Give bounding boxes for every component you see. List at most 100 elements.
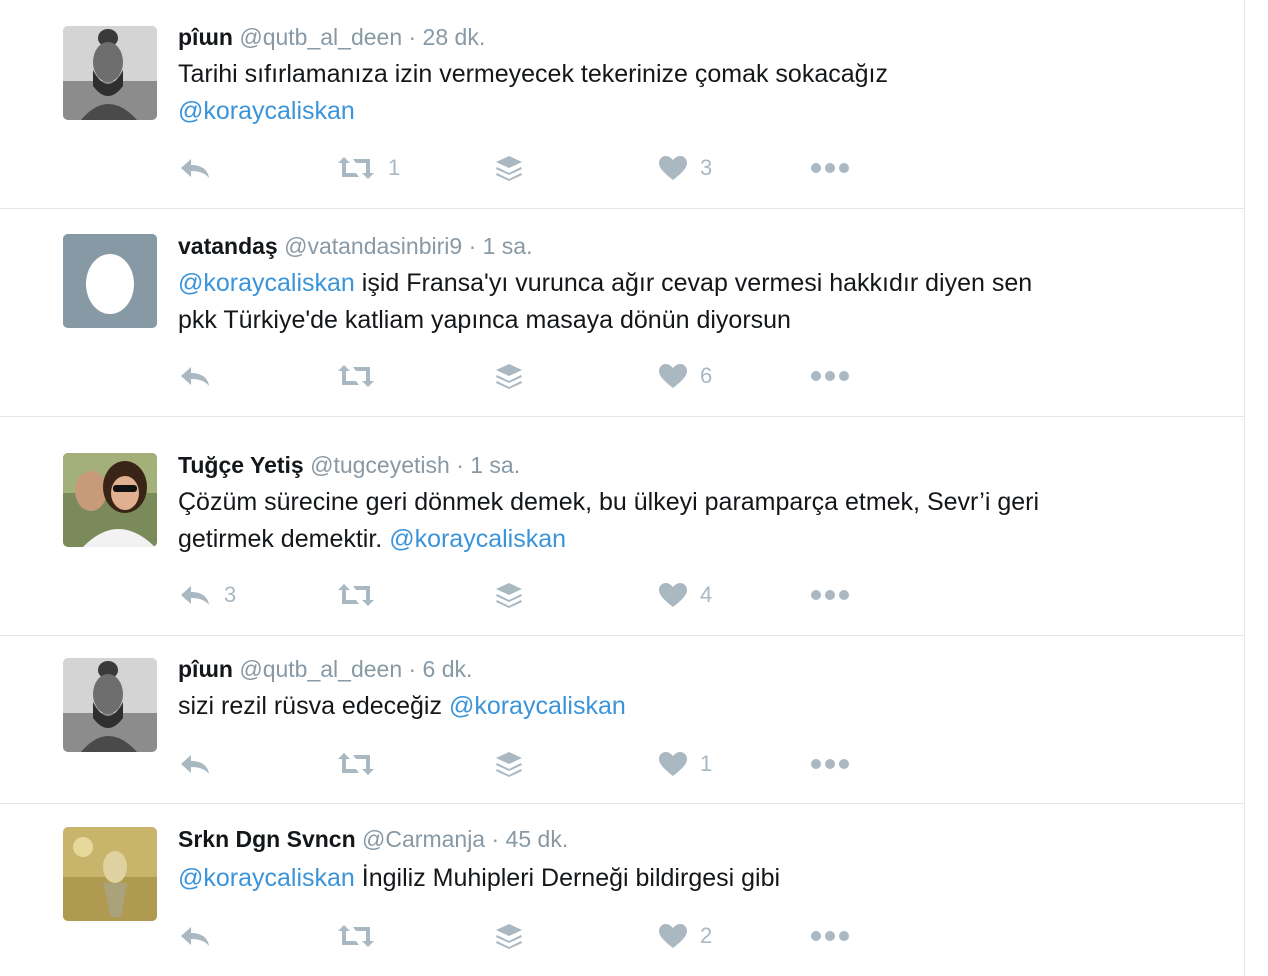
reply-button[interactable]: 3 — [178, 575, 236, 615]
moment-button[interactable] — [494, 356, 524, 396]
timeline-border — [1244, 0, 1245, 976]
avatar[interactable] — [63, 658, 157, 752]
tweet-actions: 2 — [178, 916, 878, 956]
layers-icon — [494, 750, 524, 778]
tweet[interactable]: Srkn Dgn Svncn @Carmanja · 45 dk. @koray… — [0, 804, 1244, 976]
tweet-header: Srkn Dgn Svncn @Carmanja · 45 dk. — [178, 826, 568, 853]
like-button[interactable]: 4 — [658, 575, 712, 615]
reply-icon — [178, 364, 212, 388]
moment-button[interactable] — [494, 916, 524, 956]
timestamp[interactable]: · 1 sa. — [469, 233, 533, 259]
more-button[interactable] — [810, 148, 850, 188]
reply-button[interactable] — [178, 148, 224, 188]
mention-link[interactable]: @koraycaliskan — [449, 692, 626, 720]
retweet-icon — [336, 583, 376, 607]
layers-icon — [494, 922, 524, 950]
more-button[interactable] — [810, 916, 850, 956]
like-button[interactable]: 3 — [658, 148, 712, 188]
reply-button[interactable] — [178, 744, 224, 784]
more-button[interactable] — [810, 744, 850, 784]
avatar[interactable] — [63, 453, 157, 547]
user-handle[interactable]: @vatandasinbiri9 — [284, 233, 462, 259]
timestamp[interactable]: · 45 dk. — [492, 826, 569, 852]
tweet-header: vatandaş @vatandasinbiri9 · 1 sa. — [178, 233, 532, 260]
more-button[interactable] — [810, 356, 850, 396]
moment-button[interactable] — [494, 148, 524, 188]
retweet-icon — [336, 156, 376, 180]
retweet-button[interactable] — [336, 916, 388, 956]
like-count: 4 — [700, 582, 713, 607]
like-count: 1 — [700, 751, 713, 776]
timestamp[interactable]: · 6 dk. — [409, 656, 473, 682]
retweet-button[interactable] — [336, 356, 388, 396]
reply-count: 3 — [224, 582, 237, 607]
heart-icon — [658, 363, 688, 389]
tweet-text: Tarihi sıfırlamanıza izin vermeyecek tek… — [178, 56, 1178, 130]
display-name[interactable]: pîɯn — [178, 656, 233, 682]
tweet-text: @koraycaliskan işid Fransa'yı vurunca ağ… — [178, 265, 1178, 339]
reply-button[interactable] — [178, 916, 224, 956]
timestamp[interactable]: · 1 sa. — [456, 452, 520, 478]
reply-icon — [178, 156, 212, 180]
tweet-text-line: Çözüm sürecine geri dönmek demek, bu ülk… — [178, 488, 1040, 516]
layers-icon — [494, 581, 524, 609]
retweet-icon — [336, 364, 376, 388]
tweet-text-line: sizi rezil rüsva edeceğiz — [178, 692, 449, 720]
avatar[interactable] — [63, 827, 157, 921]
like-count: 3 — [700, 155, 713, 180]
avatar[interactable] — [63, 234, 157, 328]
retweet-icon — [336, 924, 376, 948]
mention-link[interactable]: @koraycaliskan — [178, 269, 355, 297]
display-name[interactable]: vatandaş — [178, 233, 278, 259]
tweet-actions: 1 — [178, 744, 878, 784]
display-name[interactable]: Srkn Dgn Svncn — [178, 826, 356, 852]
tweet-text-line: pkk Türkiye'de katliam yapınca masaya dö… — [178, 306, 791, 334]
more-icon — [810, 758, 850, 770]
tweet-text: sizi rezil rüsva edeceğiz @koraycaliskan — [178, 688, 1178, 725]
like-button[interactable]: 2 — [658, 916, 712, 956]
tweet-actions: 3 4 — [178, 575, 878, 615]
tweet-actions: 6 — [178, 356, 878, 396]
like-count: 6 — [700, 363, 713, 388]
reply-icon — [178, 924, 212, 948]
tweet[interactable]: vatandaş @vatandasinbiri9 · 1 sa. @koray… — [0, 209, 1244, 416]
like-button[interactable]: 1 — [658, 744, 712, 784]
retweet-button[interactable] — [336, 575, 388, 615]
mention-link[interactable]: @koraycaliskan — [178, 864, 355, 892]
tweet-header: pîɯn @qutb_al_deen · 28 dk. — [178, 24, 485, 51]
user-handle[interactable]: @tugceyetish — [310, 452, 450, 478]
tweet[interactable]: pîɯn @qutb_al_deen · 6 dk. sizi rezil rü… — [0, 636, 1244, 803]
heart-icon — [658, 923, 688, 949]
moment-button[interactable] — [494, 575, 524, 615]
more-icon — [810, 589, 850, 601]
mention-link[interactable]: @koraycaliskan — [178, 97, 355, 125]
user-handle[interactable]: @Carmanja — [362, 826, 485, 852]
timestamp[interactable]: · 28 dk. — [409, 24, 486, 50]
layers-icon — [494, 154, 524, 182]
heart-icon — [658, 155, 688, 181]
more-button[interactable] — [810, 575, 850, 615]
mention-link[interactable]: @koraycaliskan — [389, 525, 566, 553]
tweet-text-line: işid Fransa'yı vurunca ağır cevap vermes… — [354, 269, 1033, 297]
retweet-button[interactable]: 1 — [336, 148, 400, 188]
tweet[interactable]: Tuğçe Yetiş @tugceyetish · 1 sa. Çözüm s… — [0, 417, 1244, 635]
more-icon — [810, 162, 850, 174]
display-name[interactable]: pîɯn — [178, 24, 233, 50]
user-handle[interactable]: @qutb_al_deen — [239, 24, 402, 50]
tweet-text-line: Tarihi sıfırlamanıza izin vermeyecek tek… — [178, 60, 888, 88]
like-button[interactable]: 6 — [658, 356, 712, 396]
more-icon — [810, 930, 850, 942]
layers-icon — [494, 362, 524, 390]
more-icon — [810, 370, 850, 382]
tweet[interactable]: pîɯn @qutb_al_deen · 28 dk. Tarihi sıfır… — [0, 0, 1244, 208]
tweet-actions: 1 3 — [178, 148, 878, 188]
tweet-text: Çözüm sürecine geri dönmek demek, bu ülk… — [178, 484, 1178, 558]
retweet-button[interactable] — [336, 744, 388, 784]
moment-button[interactable] — [494, 744, 524, 784]
tweet-header: Tuğçe Yetiş @tugceyetish · 1 sa. — [178, 452, 520, 479]
reply-button[interactable] — [178, 356, 224, 396]
user-handle[interactable]: @qutb_al_deen — [239, 656, 402, 682]
avatar[interactable] — [63, 26, 157, 120]
display-name[interactable]: Tuğçe Yetiş — [178, 452, 304, 478]
tweet-header: pîɯn @qutb_al_deen · 6 dk. — [178, 656, 472, 683]
